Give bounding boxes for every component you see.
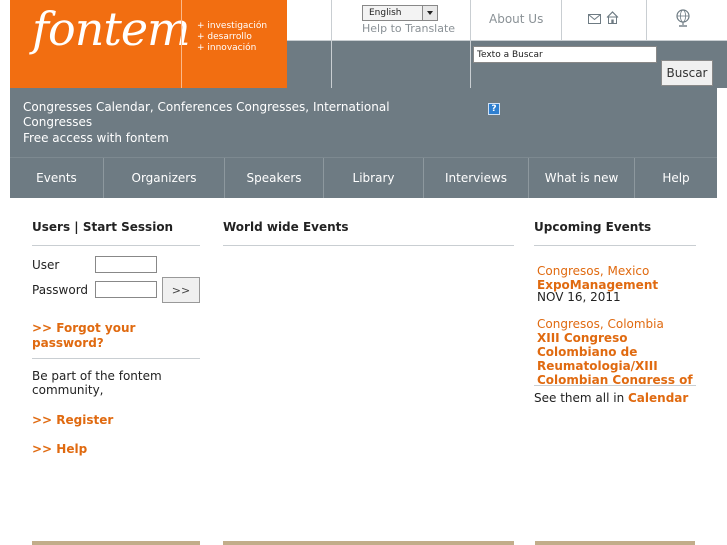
login-submit-button[interactable]: >> [162,277,200,303]
nav-item-help[interactable]: Help [635,158,717,198]
logo[interactable]: fontem + investigación + desarrollo + in… [10,0,287,88]
world-events-title: World wide Events [223,220,349,234]
header: fontem + investigación + desarrollo + in… [0,0,727,88]
event-title-link[interactable]: XIII Congreso Colombiano de Reumatologia… [537,331,693,384]
user-label: User [32,258,60,272]
community-text: Be part of the fontem community, [32,369,162,397]
header-divider [470,0,471,88]
nav-item-speakers[interactable]: Speakers [225,158,324,198]
language-select-value: English [369,8,402,18]
divider [32,245,200,246]
search-button[interactable]: Buscar [661,60,713,86]
header-divider [646,0,647,41]
calendar-link[interactable]: Calendar [628,391,688,405]
intro-band: Congresses Calendar, Conferences Congres… [10,88,717,157]
footer-bar [535,541,695,545]
home-icon[interactable] [606,11,619,24]
help-translate-link[interactable]: Help to Translate [362,22,455,35]
language-select[interactable]: English [362,5,438,21]
nav-item-interviews[interactable]: Interviews [424,158,529,198]
footer-bar [223,541,514,545]
tagline: + investigación + desarrollo + innovació… [197,21,267,54]
help-badge-icon[interactable]: ? [488,103,500,115]
logo-wordmark: fontem [32,2,191,56]
header-divider [331,0,332,88]
login-title: Users | Start Session [32,220,174,234]
intro-subtitle: Free access with fontem [23,131,169,145]
footer-bar [32,541,200,545]
header-divider [561,0,562,41]
about-us-link[interactable]: About Us [489,12,543,26]
see-all-label: See them all in [534,391,625,405]
upcoming-scroll-area: Congresos, Colombia XIII Congreso Colomb… [533,315,703,384]
divider [534,245,696,246]
event-category: Congresos, Colombia [537,317,664,331]
logo-divider [181,0,182,88]
divider [534,385,696,386]
divider [223,245,514,246]
nav-item-what-is-new[interactable]: What is new [529,158,635,198]
main-nav: Events Organizers Speakers Library Inter… [10,157,717,198]
register-link[interactable]: >> Register [32,413,113,428]
nav-item-events[interactable]: Events [10,158,104,198]
tagline-line: + investigación [197,21,268,31]
mail-icon[interactable] [588,14,601,24]
divider [32,358,200,359]
intro-title: Congresses Calendar, Conferences Congres… [23,100,390,129]
tagline-line: + innovación [197,43,257,53]
password-field[interactable] [95,281,157,298]
tagline-line: + desarrollo [197,32,252,42]
password-label: Password [32,283,89,297]
see-all-text: See them all in Calendar [534,391,688,405]
nav-item-library[interactable]: Library [324,158,424,198]
event-date: NOV 16, 2011 [537,290,621,304]
globe-icon[interactable] [674,8,692,28]
chevron-down-icon [422,6,437,20]
event-category: Congresos, Mexico [537,264,650,278]
help-link[interactable]: >> Help [32,442,87,457]
user-field[interactable] [95,256,157,273]
forgot-password-link[interactable]: >> Forgot your password? [32,321,162,351]
nav-item-organizers[interactable]: Organizers [104,158,225,198]
search-input[interactable] [473,46,657,63]
upcoming-title: Upcoming Events [534,220,652,234]
